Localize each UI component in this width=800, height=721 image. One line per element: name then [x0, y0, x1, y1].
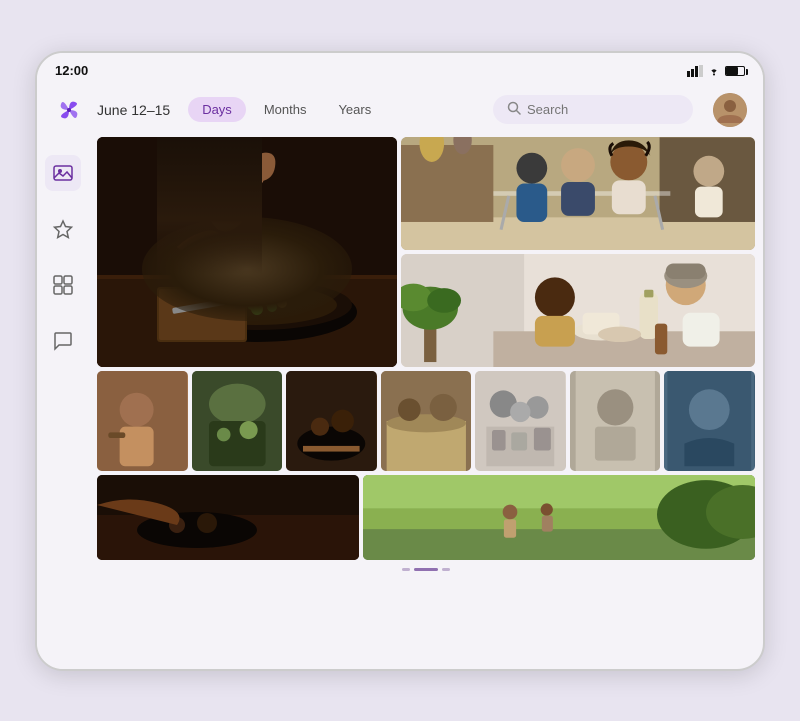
photo-thumb-6[interactable] — [570, 371, 661, 471]
tab-group: Days Months Years — [188, 97, 385, 122]
photo-bottom-outdoor[interactable] — [363, 475, 755, 560]
photo-cooking-large[interactable] — [97, 137, 397, 367]
app-logo — [53, 94, 85, 126]
status-time: 12:00 — [55, 63, 88, 78]
photo-dining-scene[interactable] — [401, 254, 755, 367]
pinwheel-icon — [55, 96, 83, 124]
scroll-dot-1 — [402, 568, 410, 571]
photo-grid — [89, 137, 763, 669]
nav-messages[interactable] — [45, 323, 81, 359]
scroll-dot-3 — [442, 568, 450, 571]
photo-thumb-2[interactable] — [192, 371, 283, 471]
status-bar: 12:00 — [37, 53, 763, 85]
photo-thumb-4[interactable] — [381, 371, 472, 471]
photo-thumb-5[interactable] — [475, 371, 566, 471]
photo-thumb-7[interactable] — [664, 371, 755, 471]
tab-days[interactable]: Days — [188, 97, 246, 122]
tab-years[interactable]: Years — [324, 97, 385, 122]
search-icon — [507, 101, 521, 118]
nav-photos[interactable] — [45, 155, 81, 191]
search-bar[interactable] — [493, 95, 693, 124]
avatar[interactable] — [713, 93, 747, 127]
toolbar: June 12–15 Days Months Years — [37, 85, 763, 137]
photo-thumb-3[interactable] — [286, 371, 377, 471]
battery-icon — [725, 66, 745, 76]
grid-row-2 — [97, 371, 755, 471]
grid-row-1 — [97, 137, 755, 367]
date-range: June 12–15 — [97, 102, 170, 118]
nav-albums[interactable] — [45, 267, 81, 303]
search-input[interactable] — [527, 102, 679, 117]
scroll-dot-2 — [414, 568, 438, 571]
avatar-image — [713, 93, 747, 127]
side-nav — [37, 137, 89, 669]
scroll-indicator — [97, 564, 755, 573]
photo-right-column — [401, 137, 755, 367]
signal-icon — [687, 65, 703, 77]
photo-people-group[interactable] — [401, 137, 755, 250]
photo-bottom-food[interactable] — [97, 475, 359, 560]
photo-thumb-1[interactable] — [97, 371, 188, 471]
content-area — [37, 137, 763, 669]
tab-months[interactable]: Months — [250, 97, 321, 122]
wifi-icon — [707, 65, 721, 76]
tablet-frame: 12:00 — [35, 51, 765, 671]
status-icons — [687, 65, 745, 77]
nav-favorites[interactable] — [45, 211, 81, 247]
grid-row-3 — [97, 475, 755, 560]
